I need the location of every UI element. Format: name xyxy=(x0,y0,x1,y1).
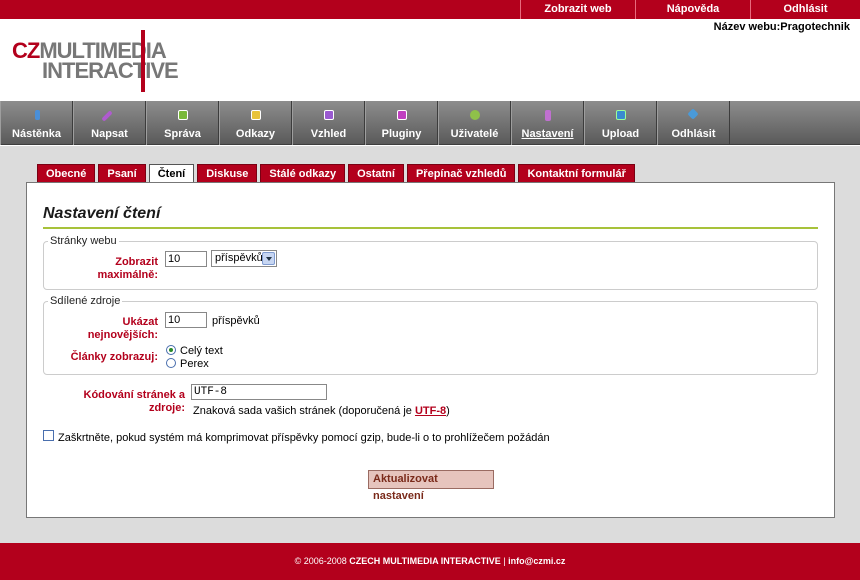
radio-full-text[interactable] xyxy=(166,345,176,355)
tab-ostatni[interactable]: Ostatní xyxy=(348,164,404,182)
nav-item-vzhled[interactable]: Vzhled xyxy=(292,101,365,145)
encoding-label: Kódování stránek a zdroje: xyxy=(83,389,185,414)
settings-icon xyxy=(544,110,551,121)
show-articles-label: Články zobrazuj: xyxy=(70,351,158,363)
footer: © 2006-2008 CZECH MULTIMEDIA INTERACTIVE… xyxy=(0,543,860,580)
encoding-input[interactable] xyxy=(191,384,327,400)
max-posts-input[interactable] xyxy=(165,251,207,267)
gzip-checkbox[interactable] xyxy=(43,430,54,441)
tab-prepinac-vzhledu[interactable]: Přepínač vzhledů xyxy=(406,164,516,182)
footer-copyright: © 2006-2008 xyxy=(294,556,347,566)
fieldset-legend: Stránky webu xyxy=(50,235,117,247)
posts-unit-value: příspěvků xyxy=(215,252,263,264)
upload-icon xyxy=(615,110,626,120)
encoding-help-text: Znaková sada vašich stránek (doporučená … xyxy=(193,405,412,417)
top-bar: Zobrazit web Nápověda Odhlásit xyxy=(0,0,860,19)
tab-obecne[interactable]: Obecné xyxy=(37,164,96,182)
fieldset-legend: Sdílené zdroje xyxy=(50,295,121,307)
nav-label: Nástěnka xyxy=(12,128,61,140)
nav-item-odhlasit[interactable]: Odhlásit xyxy=(657,101,730,145)
encoding-help-end: ) xyxy=(446,405,450,417)
page-title: Nastavení čtení xyxy=(43,205,161,222)
edit-icon xyxy=(177,110,188,120)
posts-unit-select[interactable]: příspěvků xyxy=(211,250,277,267)
logo[interactable]: CZMULTIMEDIA INTERACTIVE xyxy=(12,30,182,96)
chevron-down-icon[interactable] xyxy=(262,252,275,265)
nav-item-upload[interactable]: Upload xyxy=(584,101,657,145)
logo-interactive: INTERACTIVE xyxy=(42,58,179,83)
tab-stale-odkazy[interactable]: Stálé odkazy xyxy=(260,164,346,182)
link-icon xyxy=(250,110,261,120)
nav-label: Upload xyxy=(601,128,640,140)
encoding-help: Znaková sada vašich stránek (doporučená … xyxy=(193,405,450,417)
tab-psani[interactable]: Psaní xyxy=(98,164,146,182)
utf8-link[interactable]: UTF-8 xyxy=(415,405,446,417)
radio-perex[interactable] xyxy=(166,358,176,368)
view-site-link[interactable]: Zobrazit web xyxy=(520,0,635,19)
settings-tabs: Obecné Psaní Čtení Diskuse Stálé odkazy … xyxy=(37,164,638,183)
site-name: Název webu:Pragotechnik xyxy=(713,21,850,33)
update-settings-button[interactable]: Aktualizovat nastavení xyxy=(368,470,494,502)
nav-item-nastenka[interactable]: Nástěnka xyxy=(0,101,73,145)
logout-link[interactable]: Odhlásit xyxy=(750,0,860,19)
settings-panel: Nastavení čtení Stránky webu Zobrazit ma… xyxy=(26,182,835,518)
main-nav: Nástěnka Napsat Správa Odkazy Vzhled Plu… xyxy=(0,101,860,145)
nav-label: Vzhled xyxy=(310,128,347,140)
users-icon xyxy=(469,110,480,120)
nav-label: Odkazy xyxy=(235,128,276,140)
nav-item-uzivatele[interactable]: Uživatelé xyxy=(438,101,511,145)
fieldset-shared-feeds: Sdílené zdroje xyxy=(43,295,818,375)
logout-icon xyxy=(686,108,699,120)
logo-bar xyxy=(141,30,145,92)
theme-icon xyxy=(323,110,334,120)
full-text-label: Celý text xyxy=(180,345,223,357)
nav-label: Odhlásit xyxy=(671,128,716,140)
pencil-icon xyxy=(100,110,113,122)
tab-kontaktni-formular[interactable]: Kontaktní formulář xyxy=(518,164,635,182)
logo-cz: CZ xyxy=(12,38,40,63)
perex-label: Perex xyxy=(180,358,209,370)
nav-label: Správa xyxy=(164,128,201,140)
nav-item-pluginy[interactable]: Pluginy xyxy=(365,101,438,145)
fieldset-site-pages: Stránky webu xyxy=(43,235,818,290)
newest-label: Ukázat nejnovějších: xyxy=(87,316,158,341)
nav-label: Pluginy xyxy=(381,128,422,140)
nav-item-odkazy[interactable]: Odkazy xyxy=(219,101,292,145)
footer-company: CZECH MULTIMEDIA INTERACTIVE xyxy=(349,556,501,566)
nav-label: Nastavení xyxy=(521,128,574,140)
max-posts-label: Zobrazit maximálně: xyxy=(97,256,158,281)
tab-diskuse[interactable]: Diskuse xyxy=(197,164,258,182)
help-link[interactable]: Nápověda xyxy=(635,0,750,19)
nav-item-sprava[interactable]: Správa xyxy=(146,101,219,145)
gzip-label: Zaškrtněte, pokud systém má komprimovat … xyxy=(58,432,550,444)
pin-icon xyxy=(34,110,40,120)
top-links: Zobrazit web Nápověda Odhlásit xyxy=(520,0,860,19)
footer-email[interactable]: info@czmi.cz xyxy=(508,556,565,566)
nav-label: Uživatelé xyxy=(450,128,499,140)
newest-input[interactable] xyxy=(165,312,207,328)
footer-separator: | xyxy=(503,556,506,566)
plugin-icon xyxy=(396,110,407,120)
nav-label: Napsat xyxy=(91,128,128,140)
title-divider xyxy=(43,227,818,229)
main-area: Obecné Psaní Čtení Diskuse Stálé odkazy … xyxy=(0,146,860,543)
nav-item-nastaveni[interactable]: Nastavení xyxy=(511,101,584,145)
newest-unit: příspěvků xyxy=(212,315,260,327)
tab-cteni[interactable]: Čtení xyxy=(148,164,195,183)
nav-item-napsat[interactable]: Napsat xyxy=(73,101,146,145)
